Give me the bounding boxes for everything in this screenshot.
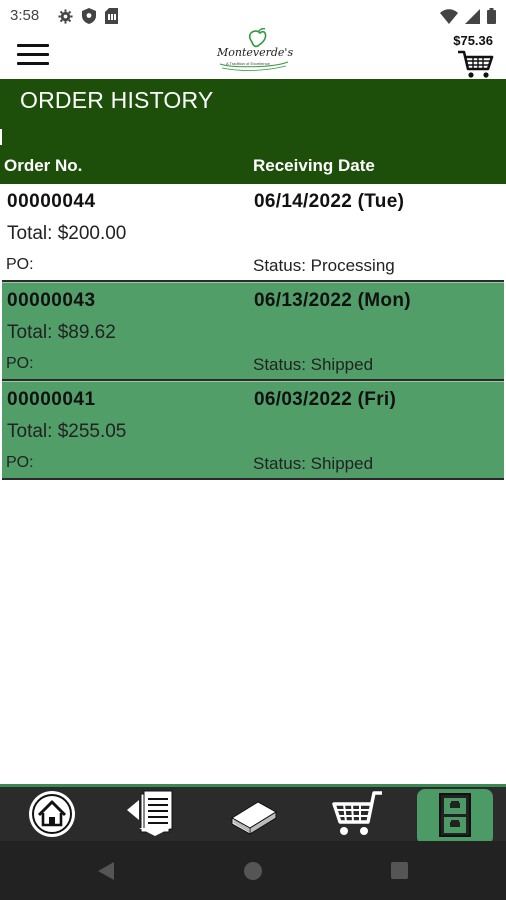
order-date: 06/14/2022 (Tue) — [254, 191, 405, 212]
shopping-cart-icon[interactable] — [458, 49, 494, 79]
wifi-icon — [440, 8, 458, 29]
order-number: 00000043 — [7, 290, 96, 311]
order-row[interactable]: 00000043 06/13/2022 (Mon) Total: $89.62 … — [2, 282, 504, 381]
app-header: Monteverde's A Tradition of Excellence $… — [0, 27, 506, 79]
column-header-receiving-date: Receiving Date — [253, 156, 375, 175]
signal-icon — [465, 8, 480, 29]
nav-cart[interactable] — [322, 790, 392, 842]
order-number: 00000041 — [7, 389, 96, 410]
order-row[interactable]: 00000041 06/03/2022 (Fri) Total: $255.05… — [2, 381, 504, 480]
order-po: PO: — [6, 454, 34, 471]
order-status: Status: Shipped — [253, 454, 374, 473]
status-right-icons — [440, 8, 496, 29]
battery-icon — [487, 8, 496, 29]
order-total: Total: $89.62 — [7, 322, 116, 343]
brand-logo[interactable]: Monteverde's A Tradition of Excellence — [212, 27, 296, 78]
system-navigation-bar — [0, 841, 506, 900]
shield-icon — [82, 8, 96, 29]
cart-icon — [330, 790, 384, 843]
order-status: Status: Shipped — [253, 355, 374, 374]
home-button-icon[interactable] — [244, 862, 262, 880]
order-date: 06/13/2022 (Mon) — [254, 290, 411, 311]
hamburger-menu-icon[interactable] — [17, 44, 49, 66]
banner-divider — [0, 129, 2, 145]
nav-home[interactable] — [17, 790, 87, 842]
catalog-book-icon — [228, 792, 280, 841]
order-total: Total: $255.05 — [7, 421, 127, 442]
status-left-icons — [58, 8, 118, 29]
back-icon[interactable] — [97, 861, 115, 886]
order-po: PO: — [6, 256, 34, 273]
logo-subtext: A Tradition of Excellence — [226, 61, 270, 66]
recent-apps-icon[interactable] — [391, 862, 408, 879]
bottom-navigation — [0, 784, 506, 845]
order-list: 00000044 06/14/2022 (Tue) Total: $200.00… — [0, 184, 506, 480]
nav-catalog[interactable] — [219, 790, 289, 842]
nav-order-history[interactable] — [417, 789, 493, 845]
sim-card-icon — [105, 8, 118, 29]
page-title: ORDER HISTORY — [20, 87, 214, 113]
order-list-icon — [125, 790, 177, 843]
order-history-banner: ORDER HISTORY Order No. Receiving Date — [0, 79, 506, 184]
order-row[interactable]: 00000044 06/14/2022 (Tue) Total: $200.00… — [2, 184, 504, 282]
order-date: 06/03/2022 (Fri) — [254, 389, 397, 410]
column-header-order-no: Order No. — [4, 156, 83, 175]
order-po: PO: — [6, 355, 34, 372]
logo-text: Monteverde's — [217, 46, 294, 59]
home-icon — [27, 789, 77, 844]
order-total: Total: $200.00 — [7, 223, 127, 244]
order-status: Status: Processing — [253, 256, 395, 275]
gear-icon — [58, 8, 73, 29]
order-history-icon — [438, 792, 472, 843]
status-time: 3:58 — [10, 7, 40, 24]
cart-total[interactable]: $75.36 — [453, 33, 493, 48]
order-number: 00000044 — [7, 191, 96, 212]
nav-order-list[interactable] — [116, 790, 186, 842]
